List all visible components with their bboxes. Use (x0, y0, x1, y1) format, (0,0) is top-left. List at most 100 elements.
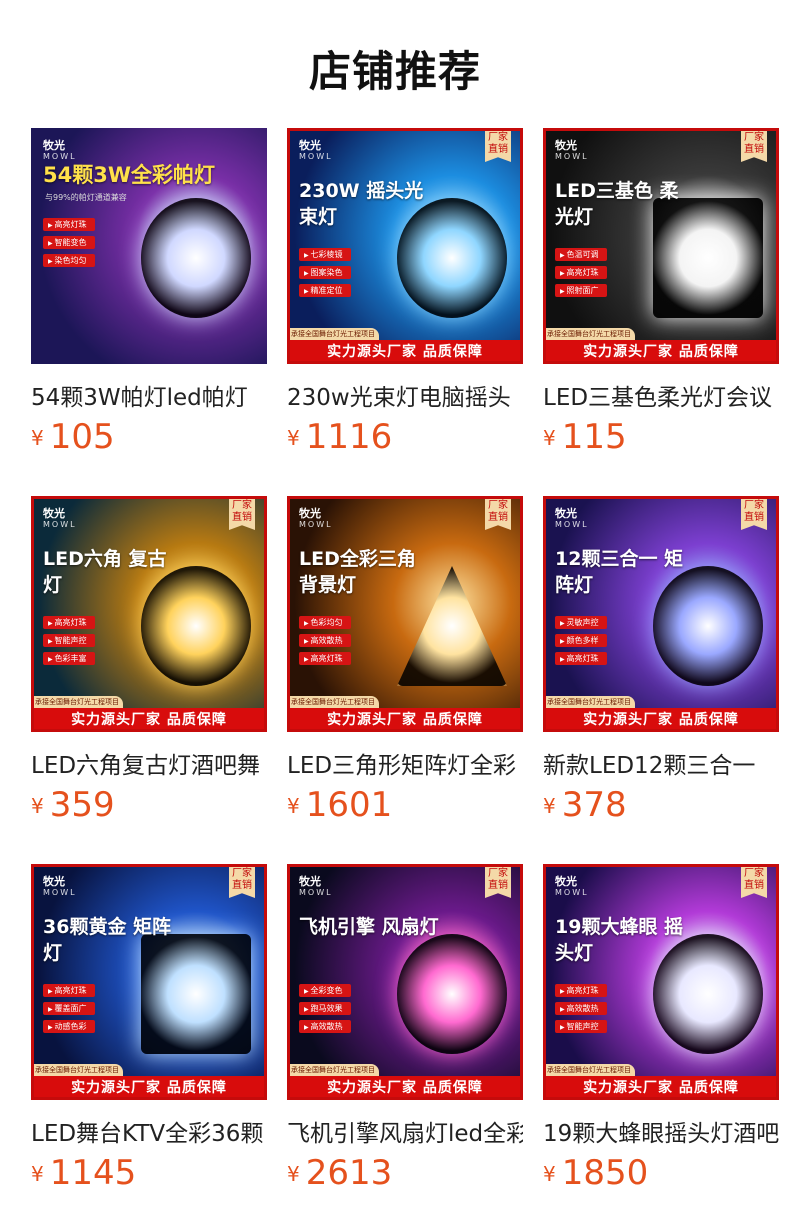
factory-direct-badge: 厂家直销 (229, 864, 255, 898)
feature-list: 全彩变色跑马效果高效散热 (299, 984, 351, 1038)
currency-symbol: ¥ (287, 1162, 300, 1186)
image-subline: 与99%的帕灯通道兼容 (45, 193, 127, 202)
product-name[interactable]: LED六角复古灯酒吧舞 (31, 746, 267, 780)
feature-tag: 色彩均匀 (299, 616, 351, 629)
product-name[interactable]: 新款LED12颗三合一 (543, 746, 779, 780)
feature-list: 高亮灯珠覆盖面广动感色彩 (43, 984, 95, 1038)
product-price: ¥1116 (287, 417, 392, 457)
product-image[interactable]: 牧光MOWL 厂家直销 230W 摇头光束灯七彩棱镜图案染色精准定位承接全国舞台灯光… (287, 128, 523, 364)
product-card[interactable]: 牧光MOWL 厂家直销 12颗三合一 矩阵灯灵敏声控颜色多样高亮灯珠承接全国舞台灯光… (543, 496, 779, 836)
feature-tag: 高亮灯珠 (555, 652, 607, 665)
factory-direct-badge: 厂家直销 (741, 864, 767, 898)
feature-tag: 精准定位 (299, 284, 351, 297)
product-name[interactable]: 飞机引擎风扇灯led全彩 (287, 1114, 523, 1148)
image-headline: LED六角 复古灯 (43, 548, 167, 596)
price-value: 1145 (49, 1153, 137, 1193)
factory-direct-badge: 厂家直销 (229, 496, 255, 530)
feature-tag: 色温可调 (555, 248, 607, 261)
feature-tag: 颜色多样 (555, 634, 607, 647)
currency-symbol: ¥ (31, 794, 44, 818)
feature-tag: 高效散热 (555, 1002, 607, 1015)
feature-tag: 动感色彩 (43, 1020, 95, 1033)
currency-symbol: ¥ (31, 1162, 44, 1186)
quality-strip: 实力源头厂家 品质保障 (543, 1076, 779, 1100)
feature-tag: 高亮灯珠 (43, 218, 95, 231)
product-card[interactable]: 牧光MOWL 厂家直销 230W 摇头光束灯七彩棱镜图案染色精准定位承接全国舞台灯光… (287, 128, 523, 468)
project-strip: 承接全国舞台灯光工程项目 (543, 328, 635, 340)
brand-logo: 牧光 MOWL (299, 139, 333, 161)
feature-tag: 染色均匀 (43, 254, 95, 267)
image-headline: 19颗大蜂眼 摇头灯 (555, 916, 684, 964)
currency-symbol: ¥ (543, 794, 556, 818)
price-value: 1850 (561, 1153, 649, 1193)
feature-list: 七彩棱镜图案染色精准定位 (299, 248, 351, 302)
product-name[interactable]: 54颗3W帕灯led帕灯 (31, 378, 267, 412)
product-card[interactable]: 牧光MOWL 厂家直销飞机引擎 风扇灯全彩变色跑马效果高效散热承接全国舞台灯光工程… (287, 864, 523, 1204)
brand-logo: 牧光 MOWL (555, 139, 589, 161)
project-strip: 承接全国舞台灯光工程项目 (31, 1064, 123, 1076)
feature-tag: 高亮灯珠 (555, 984, 607, 997)
brand-logo: 牧光 MOWL (299, 875, 333, 897)
product-price: ¥115 (543, 417, 627, 457)
product-card[interactable]: 牧光MOWL54颗3W全彩帕灯与99%的帕灯通道兼容高亮灯珠智能变色染色均匀54… (31, 128, 267, 468)
brand-logo-en: MOWL (555, 152, 589, 161)
currency-symbol: ¥ (543, 1162, 556, 1186)
brand-logo: 牧光 MOWL (555, 875, 589, 897)
project-strip: 承接全国舞台灯光工程项目 (543, 1064, 635, 1076)
feature-tag: 跑马效果 (299, 1002, 351, 1015)
product-image[interactable]: 牧光MOWL54颗3W全彩帕灯与99%的帕灯通道兼容高亮灯珠智能变色染色均匀 (31, 128, 267, 364)
product-image[interactable]: 牧光MOWL 厂家直销飞机引擎 风扇灯全彩变色跑马效果高效散热承接全国舞台灯光工程… (287, 864, 523, 1100)
product-image[interactable]: 牧光MOWL 厂家直销 LED全彩三角 背景灯色彩均匀高效散热高亮灯珠承接全国舞台灯… (287, 496, 523, 732)
price-value: 105 (49, 417, 115, 457)
price-value: 359 (49, 785, 115, 825)
feature-tag: 高效散热 (299, 634, 351, 647)
brand-logo: 牧光 MOWL (299, 507, 333, 529)
product-price: ¥105 (31, 417, 115, 457)
product-image[interactable]: 牧光MOWL 厂家直销 LED六角 复古灯高亮灯珠智能声控色彩丰富承接全国舞台灯光工… (31, 496, 267, 732)
factory-direct-badge: 厂家直销 (485, 864, 511, 898)
price-value: 2613 (305, 1153, 393, 1193)
product-name[interactable]: LED三基色柔光灯会议 (543, 378, 779, 412)
feature-tag: 智能声控 (43, 634, 95, 647)
feature-list: 高亮灯珠智能声控色彩丰富 (43, 616, 95, 670)
project-strip: 承接全国舞台灯光工程项目 (287, 328, 379, 340)
product-card[interactable]: 牧光MOWL 厂家直销 LED六角 复古灯高亮灯珠智能声控色彩丰富承接全国舞台灯光工… (31, 496, 267, 836)
product-price: ¥378 (543, 785, 627, 825)
product-price: ¥1850 (543, 1153, 648, 1193)
image-headline: 飞机引擎 风扇灯 (299, 916, 439, 938)
brand-logo-en: MOWL (43, 888, 77, 897)
currency-symbol: ¥ (287, 426, 300, 450)
factory-direct-badge: 厂家直销 (741, 496, 767, 530)
quality-strip: 实力源头厂家 品质保障 (287, 1076, 523, 1100)
image-headline: 12颗三合一 矩阵灯 (555, 548, 684, 596)
product-card[interactable]: 牧光MOWL 厂家直销 36颗黄金 矩阵灯高亮灯珠覆盖面广动感色彩承接全国舞台灯光工… (31, 864, 267, 1204)
product-card[interactable]: 牧光MOWL 厂家直销 19颗大蜂眼 摇头灯高亮灯珠高效散热智能声控承接全国舞台灯光… (543, 864, 779, 1204)
project-strip: 承接全国舞台灯光工程项目 (287, 1064, 379, 1076)
product-name[interactable]: LED舞台KTV全彩36颗 (31, 1114, 267, 1148)
light-fixture-graphic (141, 198, 251, 318)
product-image[interactable]: 牧光MOWL 厂家直销 LED三基色 柔光灯色温可调高亮灯珠照射面广承接全国舞台灯光… (543, 128, 779, 364)
product-card[interactable]: 牧光MOWL 厂家直销 LED三基色 柔光灯色温可调高亮灯珠照射面广承接全国舞台灯光… (543, 128, 779, 468)
feature-list: 色彩均匀高效散热高亮灯珠 (299, 616, 351, 670)
product-name[interactable]: LED三角形矩阵灯全彩 (287, 746, 523, 780)
product-image[interactable]: 牧光MOWL 厂家直销 12颗三合一 矩阵灯灵敏声控颜色多样高亮灯珠承接全国舞台灯光… (543, 496, 779, 732)
product-image[interactable]: 牧光MOWL 厂家直销 19颗大蜂眼 摇头灯高亮灯珠高效散热智能声控承接全国舞台灯光… (543, 864, 779, 1100)
currency-symbol: ¥ (287, 794, 300, 818)
feature-tag: 全彩变色 (299, 984, 351, 997)
product-name[interactable]: 19颗大蜂眼摇头灯酒吧 (543, 1114, 779, 1148)
factory-direct-badge: 厂家直销 (485, 496, 511, 530)
product-name[interactable]: 230w光束灯电脑摇头 (287, 378, 523, 412)
quality-strip: 实力源头厂家 品质保障 (543, 340, 779, 364)
product-card[interactable]: 牧光MOWL 厂家直销 LED全彩三角 背景灯色彩均匀高效散热高亮灯珠承接全国舞台灯… (287, 496, 523, 836)
factory-direct-badge: 厂家直销 (485, 128, 511, 162)
light-fixture-graphic (397, 934, 507, 1054)
product-image[interactable]: 牧光MOWL 厂家直销 36颗黄金 矩阵灯高亮灯珠覆盖面广动感色彩承接全国舞台灯光工… (31, 864, 267, 1100)
product-price: ¥1601 (287, 785, 392, 825)
brand-logo-en: MOWL (299, 888, 333, 897)
brand-logo-en: MOWL (299, 152, 333, 161)
price-value: 378 (561, 785, 627, 825)
feature-tag: 灵敏声控 (555, 616, 607, 629)
feature-tag: 覆盖面广 (43, 1002, 95, 1015)
price-value: 115 (561, 417, 627, 457)
image-headline: LED全彩三角 背景灯 (299, 548, 416, 596)
